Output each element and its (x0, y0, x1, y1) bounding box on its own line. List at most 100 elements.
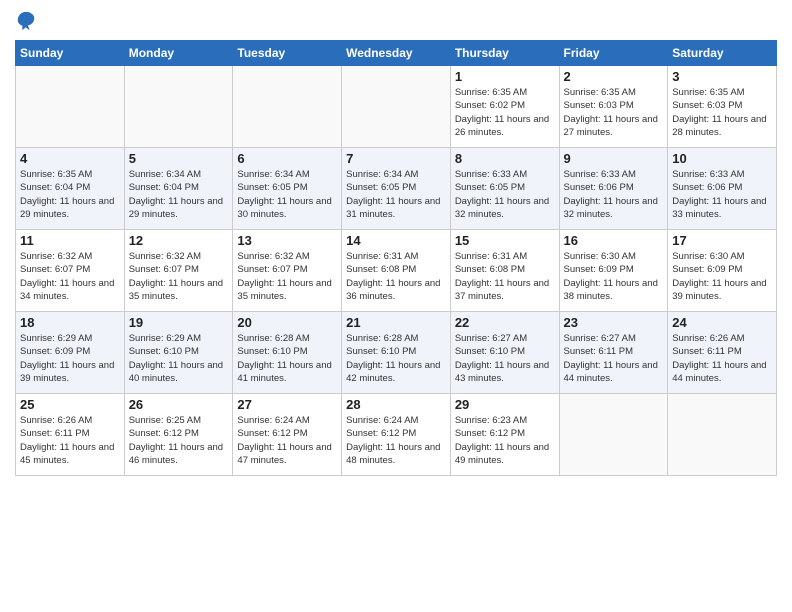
day-info: Sunrise: 6:24 AM Sunset: 6:12 PM Dayligh… (346, 414, 446, 467)
day-number: 19 (129, 315, 229, 330)
calendar-cell: 25 Sunrise: 6:26 AM Sunset: 6:11 PM Dayli… (16, 394, 125, 476)
day-number: 9 (564, 151, 664, 166)
day-info: Sunrise: 6:27 AM Sunset: 6:10 PM Dayligh… (455, 332, 555, 385)
calendar-cell: 9 Sunrise: 6:33 AM Sunset: 6:06 PM Daylig… (559, 148, 668, 230)
calendar-header-wednesday: Wednesday (342, 41, 451, 66)
day-number: 11 (20, 233, 120, 248)
day-number: 26 (129, 397, 229, 412)
calendar-cell: 22 Sunrise: 6:27 AM Sunset: 6:10 PM Dayli… (450, 312, 559, 394)
day-info: Sunrise: 6:26 AM Sunset: 6:11 PM Dayligh… (672, 332, 772, 385)
day-info: Sunrise: 6:34 AM Sunset: 6:04 PM Dayligh… (129, 168, 229, 221)
calendar-cell: 13 Sunrise: 6:32 AM Sunset: 6:07 PM Dayli… (233, 230, 342, 312)
day-info: Sunrise: 6:29 AM Sunset: 6:09 PM Dayligh… (20, 332, 120, 385)
calendar: SundayMondayTuesdayWednesdayThursdayFrid… (15, 40, 777, 476)
calendar-header-friday: Friday (559, 41, 668, 66)
calendar-cell (559, 394, 668, 476)
calendar-cell: 5 Sunrise: 6:34 AM Sunset: 6:04 PM Daylig… (124, 148, 233, 230)
day-number: 20 (237, 315, 337, 330)
logo (15, 10, 41, 32)
day-info: Sunrise: 6:30 AM Sunset: 6:09 PM Dayligh… (564, 250, 664, 303)
calendar-cell: 29 Sunrise: 6:23 AM Sunset: 6:12 PM Dayli… (450, 394, 559, 476)
day-info: Sunrise: 6:32 AM Sunset: 6:07 PM Dayligh… (237, 250, 337, 303)
calendar-cell: 27 Sunrise: 6:24 AM Sunset: 6:12 PM Dayli… (233, 394, 342, 476)
day-number: 12 (129, 233, 229, 248)
calendar-header-row: SundayMondayTuesdayWednesdayThursdayFrid… (16, 41, 777, 66)
day-info: Sunrise: 6:34 AM Sunset: 6:05 PM Dayligh… (237, 168, 337, 221)
calendar-cell: 4 Sunrise: 6:35 AM Sunset: 6:04 PM Daylig… (16, 148, 125, 230)
day-info: Sunrise: 6:23 AM Sunset: 6:12 PM Dayligh… (455, 414, 555, 467)
day-number: 5 (129, 151, 229, 166)
calendar-week-4: 25 Sunrise: 6:26 AM Sunset: 6:11 PM Dayli… (16, 394, 777, 476)
day-number: 3 (672, 69, 772, 84)
day-number: 4 (20, 151, 120, 166)
calendar-cell: 3 Sunrise: 6:35 AM Sunset: 6:03 PM Daylig… (668, 66, 777, 148)
day-info: Sunrise: 6:35 AM Sunset: 6:03 PM Dayligh… (672, 86, 772, 139)
day-number: 18 (20, 315, 120, 330)
calendar-cell (233, 66, 342, 148)
day-info: Sunrise: 6:27 AM Sunset: 6:11 PM Dayligh… (564, 332, 664, 385)
day-number: 22 (455, 315, 555, 330)
calendar-cell: 15Sunrise: 6:31 AM Sunset: 6:08 PM Dayli… (450, 230, 559, 312)
day-number: 15 (455, 233, 555, 248)
calendar-cell: 23 Sunrise: 6:27 AM Sunset: 6:11 PM Dayli… (559, 312, 668, 394)
day-info: Sunrise: 6:33 AM Sunset: 6:06 PM Dayligh… (564, 168, 664, 221)
calendar-cell (668, 394, 777, 476)
header (15, 10, 777, 32)
calendar-cell (124, 66, 233, 148)
calendar-week-2: 11 Sunrise: 6:32 AM Sunset: 6:07 PM Dayli… (16, 230, 777, 312)
calendar-cell: 7Sunrise: 6:34 AM Sunset: 6:05 PM Daylig… (342, 148, 451, 230)
calendar-week-1: 4 Sunrise: 6:35 AM Sunset: 6:04 PM Daylig… (16, 148, 777, 230)
calendar-cell: 19 Sunrise: 6:29 AM Sunset: 6:10 PM Dayli… (124, 312, 233, 394)
day-number: 17 (672, 233, 772, 248)
calendar-header-monday: Monday (124, 41, 233, 66)
day-info: Sunrise: 6:25 AM Sunset: 6:12 PM Dayligh… (129, 414, 229, 467)
day-info: Sunrise: 6:31 AM Sunset: 6:08 PM Dayligh… (346, 250, 446, 303)
calendar-cell: 11 Sunrise: 6:32 AM Sunset: 6:07 PM Dayli… (16, 230, 125, 312)
calendar-header-thursday: Thursday (450, 41, 559, 66)
calendar-header-saturday: Saturday (668, 41, 777, 66)
calendar-cell: 6 Sunrise: 6:34 AM Sunset: 6:05 PM Daylig… (233, 148, 342, 230)
day-number: 13 (237, 233, 337, 248)
calendar-header-tuesday: Tuesday (233, 41, 342, 66)
day-info: Sunrise: 6:26 AM Sunset: 6:11 PM Dayligh… (20, 414, 120, 467)
day-number: 14 (346, 233, 446, 248)
day-number: 6 (237, 151, 337, 166)
day-number: 29 (455, 397, 555, 412)
calendar-week-0: 1 Sunrise: 6:35 AM Sunset: 6:02 PM Daylig… (16, 66, 777, 148)
day-info: Sunrise: 6:33 AM Sunset: 6:06 PM Dayligh… (672, 168, 772, 221)
logo-icon (15, 10, 37, 32)
day-info: Sunrise: 6:29 AM Sunset: 6:10 PM Dayligh… (129, 332, 229, 385)
calendar-cell: 2Sunrise: 6:35 AM Sunset: 6:03 PM Daylig… (559, 66, 668, 148)
page: SundayMondayTuesdayWednesdayThursdayFrid… (0, 0, 792, 612)
day-info: Sunrise: 6:35 AM Sunset: 6:03 PM Dayligh… (564, 86, 664, 139)
calendar-cell: 28 Sunrise: 6:24 AM Sunset: 6:12 PM Dayli… (342, 394, 451, 476)
day-info: Sunrise: 6:35 AM Sunset: 6:04 PM Dayligh… (20, 168, 120, 221)
calendar-cell: 24 Sunrise: 6:26 AM Sunset: 6:11 PM Dayli… (668, 312, 777, 394)
day-info: Sunrise: 6:32 AM Sunset: 6:07 PM Dayligh… (20, 250, 120, 303)
day-number: 10 (672, 151, 772, 166)
day-number: 7 (346, 151, 446, 166)
day-info: Sunrise: 6:35 AM Sunset: 6:02 PM Dayligh… (455, 86, 555, 139)
day-info: Sunrise: 6:28 AM Sunset: 6:10 PM Dayligh… (237, 332, 337, 385)
day-info: Sunrise: 6:30 AM Sunset: 6:09 PM Dayligh… (672, 250, 772, 303)
day-number: 16 (564, 233, 664, 248)
day-number: 28 (346, 397, 446, 412)
calendar-cell: 17 Sunrise: 6:30 AM Sunset: 6:09 PM Dayli… (668, 230, 777, 312)
calendar-cell (16, 66, 125, 148)
calendar-cell: 14 Sunrise: 6:31 AM Sunset: 6:08 PM Dayli… (342, 230, 451, 312)
calendar-header-sunday: Sunday (16, 41, 125, 66)
day-number: 24 (672, 315, 772, 330)
calendar-cell: 21Sunrise: 6:28 AM Sunset: 6:10 PM Dayli… (342, 312, 451, 394)
calendar-cell: 16 Sunrise: 6:30 AM Sunset: 6:09 PM Dayli… (559, 230, 668, 312)
calendar-cell: 26 Sunrise: 6:25 AM Sunset: 6:12 PM Dayli… (124, 394, 233, 476)
day-number: 23 (564, 315, 664, 330)
day-info: Sunrise: 6:32 AM Sunset: 6:07 PM Dayligh… (129, 250, 229, 303)
day-number: 27 (237, 397, 337, 412)
day-info: Sunrise: 6:24 AM Sunset: 6:12 PM Dayligh… (237, 414, 337, 467)
calendar-week-3: 18 Sunrise: 6:29 AM Sunset: 6:09 PM Dayli… (16, 312, 777, 394)
day-number: 25 (20, 397, 120, 412)
calendar-cell: 18 Sunrise: 6:29 AM Sunset: 6:09 PM Dayli… (16, 312, 125, 394)
calendar-cell: 8Sunrise: 6:33 AM Sunset: 6:05 PM Daylig… (450, 148, 559, 230)
day-number: 1 (455, 69, 555, 84)
calendar-cell: 12 Sunrise: 6:32 AM Sunset: 6:07 PM Dayli… (124, 230, 233, 312)
